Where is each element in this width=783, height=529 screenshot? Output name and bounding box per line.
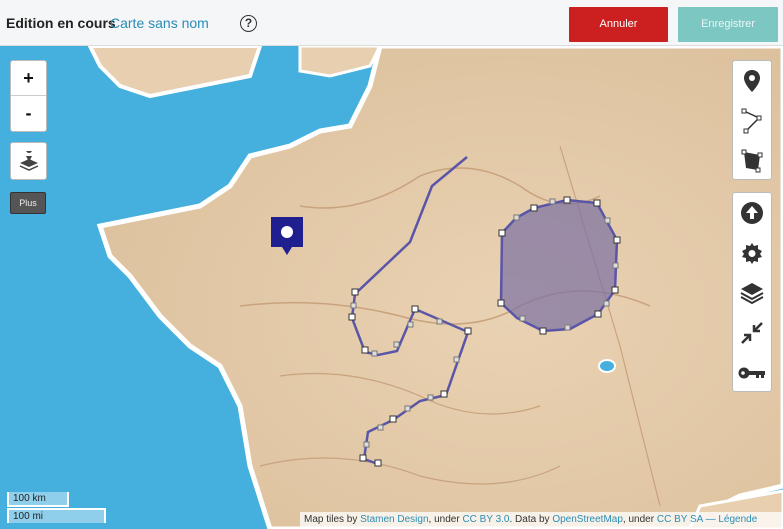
settings-toolbar <box>732 192 772 392</box>
gear-icon <box>742 243 762 264</box>
map-marker[interactable] <box>271 217 303 257</box>
key-icon <box>738 367 765 379</box>
upload-icon <box>741 202 763 224</box>
draw-toolbar <box>732 60 772 180</box>
zoom-in-button[interactable]: + <box>11 61 46 96</box>
marker-icon <box>744 70 760 92</box>
zoom-out-button[interactable]: - <box>11 96 46 131</box>
locate-layers-button[interactable] <box>10 142 47 180</box>
import-button[interactable] <box>733 193 771 233</box>
permissions-button[interactable] <box>733 353 771 393</box>
cc-by-sa-link[interactable]: CC BY SA <box>657 514 703 525</box>
map-extent-button[interactable] <box>733 313 771 353</box>
help-icon[interactable]: ? <box>240 15 257 32</box>
polyline-icon <box>741 108 762 134</box>
draw-polygon-button[interactable] <box>733 141 771 181</box>
draw-marker-button[interactable] <box>733 61 771 101</box>
stamen-link[interactable]: Stamen Design <box>360 514 428 525</box>
map-name-link[interactable]: Carte sans nom <box>110 15 209 31</box>
osm-link[interactable]: OpenStreetMap <box>552 514 623 525</box>
map-pin-layers-icon <box>19 151 38 171</box>
legend-link[interactable]: Légende <box>718 514 757 525</box>
layers-icon <box>740 283 764 305</box>
cancel-button[interactable]: Annuler <box>569 7 668 42</box>
attribution-text: . Data by <box>509 514 553 525</box>
attribution-text: , under <box>428 514 463 525</box>
cc-by-link[interactable]: CC BY 3.0 <box>462 514 509 525</box>
scale-imperial: 100 mi <box>7 508 106 523</box>
edit-status-label: Edition en cours <box>6 15 116 31</box>
zoom-control: + - <box>10 60 47 132</box>
attribution-text: Map tiles by <box>304 514 361 525</box>
map-tiles <box>0 46 783 529</box>
marker-icon <box>271 217 303 255</box>
attribution-separator: — <box>702 514 719 525</box>
layers-button[interactable] <box>733 273 771 313</box>
attribution-text: , under <box>622 514 657 525</box>
settings-button[interactable] <box>733 233 771 273</box>
polygon-icon <box>741 149 763 173</box>
edit-toolbar: Edition en cours Carte sans nom ? Annule… <box>0 0 783 46</box>
scale-metric: 100 km <box>7 492 69 507</box>
collapse-arrows-icon <box>741 322 763 344</box>
save-button[interactable]: Enregistrer <box>678 7 778 42</box>
map-canvas[interactable] <box>0 46 783 529</box>
draw-line-button[interactable] <box>733 101 771 141</box>
map-attribution: Map tiles by Stamen Design, under CC BY … <box>300 512 783 529</box>
more-controls-button[interactable]: Plus <box>10 192 46 214</box>
